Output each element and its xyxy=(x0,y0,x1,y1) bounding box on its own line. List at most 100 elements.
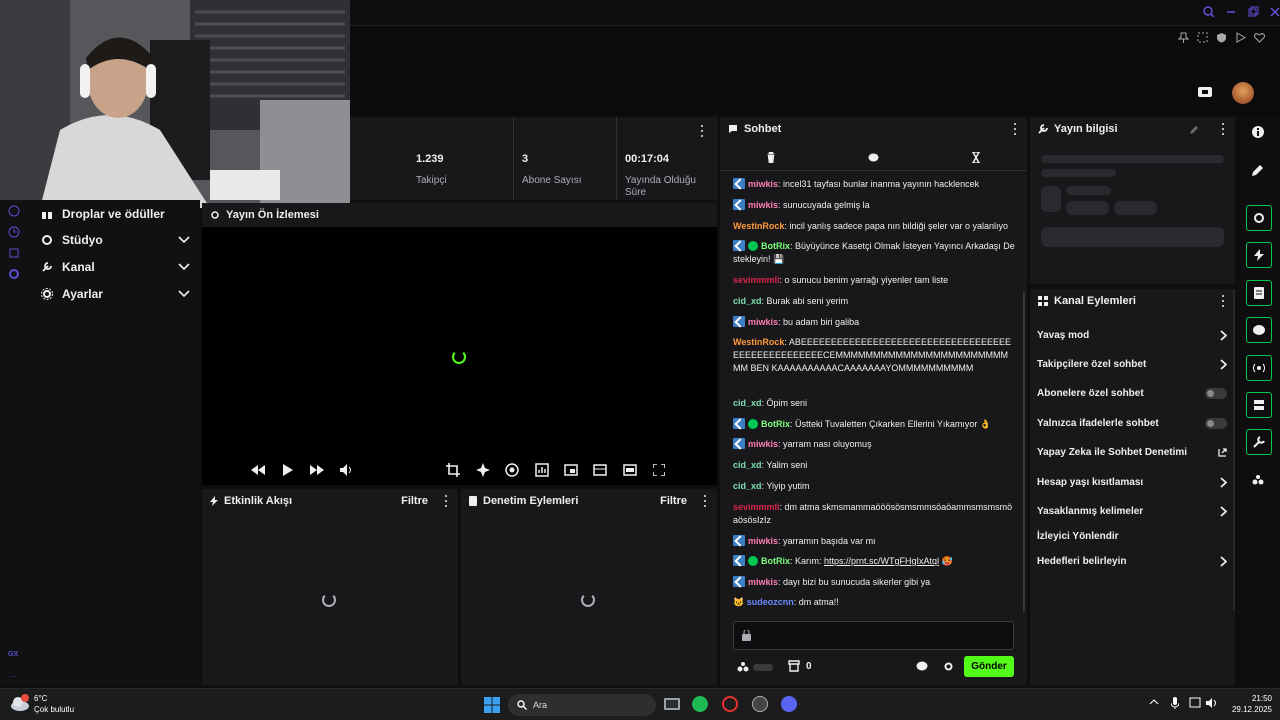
taskbar-search[interactable]: Ara xyxy=(508,694,656,716)
chat-username[interactable]: miwkis xyxy=(748,200,778,210)
history-icon[interactable] xyxy=(8,226,20,238)
store-icon[interactable] xyxy=(788,660,800,672)
broadcast-button[interactable] xyxy=(1246,355,1272,381)
chat-username[interactable]: cid_xd xyxy=(733,296,762,306)
sparkle-icon[interactable] xyxy=(475,462,491,478)
queue-button[interactable] xyxy=(1246,392,1272,418)
fast-forward-icon[interactable] xyxy=(309,462,325,478)
camera-button[interactable] xyxy=(1246,205,1272,231)
task-view-icon[interactable] xyxy=(664,697,680,711)
shield-icon[interactable] xyxy=(1216,32,1227,43)
restore-icon[interactable] xyxy=(1247,6,1259,18)
stats-icon[interactable] xyxy=(534,462,550,478)
chat-username[interactable]: miwkis xyxy=(748,439,778,449)
trash-icon[interactable] xyxy=(766,152,776,163)
hourglass-icon[interactable] xyxy=(971,152,981,163)
heart-icon[interactable] xyxy=(1254,32,1265,43)
screenshot-icon[interactable] xyxy=(1197,32,1208,43)
pencil-icon[interactable] xyxy=(1252,164,1264,176)
crop-icon[interactable] xyxy=(445,462,461,478)
chat-username[interactable]: miwkis xyxy=(748,179,778,189)
chat-scrollbar[interactable] xyxy=(1023,292,1025,612)
wallet-icon[interactable] xyxy=(1197,85,1213,99)
channel-actions-menu-icon[interactable] xyxy=(1221,295,1225,307)
chat-username[interactable]: miwkis xyxy=(748,577,778,587)
stream-info-menu-icon[interactable] xyxy=(1221,123,1225,135)
chat-points-toggle[interactable] xyxy=(737,661,773,673)
pip-icon[interactable] xyxy=(563,462,579,478)
more-icon[interactable]: ··· xyxy=(9,672,17,681)
actions-scrollbar[interactable] xyxy=(1233,290,1235,610)
clock-icon[interactable] xyxy=(8,205,20,217)
info-icon[interactable] xyxy=(1252,126,1264,138)
points-toggle[interactable] xyxy=(753,663,773,671)
channel-action-item[interactable]: Yapay Zeka ile Sohbet Denetimi xyxy=(1037,443,1227,461)
activity-filter-button[interactable]: Filtre xyxy=(401,495,428,507)
channel-action-item[interactable]: Yasaklanmış kelimeler xyxy=(1037,502,1227,520)
pin-icon[interactable] xyxy=(1178,32,1189,43)
channel-action-item[interactable]: Yalnızca ifadelerle sohbet xyxy=(1037,414,1227,432)
channel-action-item[interactable]: Hedefleri belirleyin xyxy=(1037,552,1227,570)
play-icon[interactable] xyxy=(1235,32,1246,43)
chat-username[interactable]: sevimmmli xyxy=(733,502,780,512)
chat-username[interactable]: cid_xd xyxy=(733,398,762,408)
sidebar-icon[interactable] xyxy=(1273,32,1280,43)
channel-action-item[interactable]: Abonelere özel sohbet xyxy=(1037,384,1227,402)
chat-button[interactable] xyxy=(1246,317,1272,343)
spotify-icon[interactable] xyxy=(692,696,708,712)
chat-settings-icon[interactable] xyxy=(943,661,954,672)
moderation-filter-button[interactable]: Filtre xyxy=(660,495,687,507)
chat-menu-icon[interactable] xyxy=(1013,123,1017,135)
activity-menu-icon[interactable] xyxy=(444,495,448,507)
chat-username[interactable]: cid_xd xyxy=(733,460,762,470)
search-icon[interactable] xyxy=(1203,6,1215,18)
channel-action-item[interactable]: Takipçilere özel sohbet xyxy=(1037,355,1227,373)
toggle-switch[interactable] xyxy=(1205,417,1227,429)
send-button[interactable]: Gönder xyxy=(964,656,1014,677)
chat-username[interactable]: BotRix xyxy=(761,419,790,429)
avatar[interactable] xyxy=(1232,82,1254,104)
chat-username[interactable]: WestinRock xyxy=(733,221,784,231)
chat-input[interactable] xyxy=(733,621,1014,650)
chat-username[interactable]: cid_xd xyxy=(733,481,762,491)
chat-username[interactable]: sudeozcnn xyxy=(747,597,794,607)
chat-username[interactable]: miwkis xyxy=(748,317,778,327)
nav-item-drops[interactable]: Droplar ve ödüller xyxy=(40,203,190,225)
windows-start-icon[interactable] xyxy=(484,697,500,713)
log-button[interactable] xyxy=(1246,280,1272,306)
minimize-icon[interactable] xyxy=(1225,6,1237,18)
chat-username[interactable]: miwkis xyxy=(748,536,778,546)
emote-icon[interactable] xyxy=(916,661,928,672)
settings-icon[interactable] xyxy=(8,268,20,280)
chat-username[interactable]: WestinRock xyxy=(733,337,784,347)
channel-action-item[interactable]: Yavaş mod xyxy=(1037,326,1227,344)
tools-button[interactable] xyxy=(1246,429,1272,455)
lightning-button[interactable] xyxy=(1246,242,1272,268)
chat-username[interactable]: BotRix xyxy=(761,241,790,251)
cinema-icon[interactable] xyxy=(622,462,638,478)
chat-username[interactable]: BotRix xyxy=(761,556,790,566)
nav-item-channel[interactable]: Kanal xyxy=(40,256,190,278)
theater-icon[interactable] xyxy=(592,462,608,478)
wifi-icon[interactable] xyxy=(1189,697,1201,709)
microphone-icon[interactable] xyxy=(1171,697,1179,709)
play-icon[interactable] xyxy=(280,462,296,478)
moderation-menu-icon[interactable] xyxy=(703,495,707,507)
toggle-switch[interactable] xyxy=(1205,387,1227,399)
nav-item-settings[interactable]: Ayarlar xyxy=(40,283,190,305)
channel-action-item[interactable]: İzleyici Yönlendir xyxy=(1037,527,1227,545)
dots-icon[interactable] xyxy=(1252,474,1264,486)
speaker-icon[interactable] xyxy=(1206,697,1218,709)
steam-icon[interactable] xyxy=(752,696,768,712)
channel-action-item[interactable]: Hesap yaşı kısıtlaması xyxy=(1037,473,1227,491)
nav-item-studio[interactable]: Stüdyo xyxy=(40,229,190,251)
extensions-icon[interactable] xyxy=(8,247,20,259)
record-icon[interactable] xyxy=(504,462,520,478)
fullscreen-icon[interactable] xyxy=(651,462,667,478)
message-icon[interactable] xyxy=(868,153,879,163)
chat-link[interactable]: https://prnt.sc/WTgFHgIxAtql xyxy=(824,556,939,566)
chevron-up-icon[interactable] xyxy=(1149,699,1159,705)
close-icon[interactable] xyxy=(1269,6,1280,18)
volume-icon[interactable] xyxy=(339,462,355,478)
rewind-icon[interactable] xyxy=(250,462,266,478)
